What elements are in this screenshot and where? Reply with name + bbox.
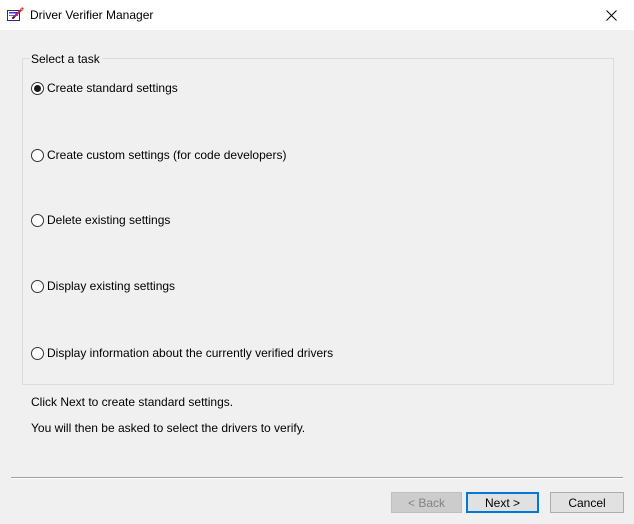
cancel-button[interactable]: Cancel [550,492,624,513]
option-label: Create custom settings (for code develop… [47,148,287,162]
next-button[interactable]: Next > [466,492,539,513]
option-label: Display information about the currently … [47,346,334,360]
radio-button[interactable] [31,279,44,293]
close-button[interactable] [588,0,634,30]
window-title: Driver Verifier Manager [30,8,154,22]
back-button[interactable]: < Back [391,492,462,513]
close-icon [605,9,617,21]
instruction-text: Click Next to create standard settings. [31,395,234,409]
task-group-legend: Select a task [30,51,102,67]
button-separator [11,477,623,479]
radio-button-checked[interactable] [31,81,44,95]
option-label: Display existing settings [47,279,176,293]
option-create-custom-settings[interactable]: Create custom settings (for code develop… [31,147,286,163]
radio-button[interactable] [31,148,44,162]
driver-verifier-app-icon [7,7,24,22]
radio-button[interactable] [31,346,44,360]
radio-button[interactable] [31,213,44,227]
option-create-standard-settings[interactable]: Create standard settings [31,80,178,96]
title-bar[interactable]: Driver Verifier Manager [0,0,634,30]
option-label: Delete existing settings [47,213,171,227]
driver-verifier-dialog: Driver Verifier Manager Select a task Cr… [0,0,634,524]
option-delete-existing-settings[interactable]: Delete existing settings [31,212,170,228]
option-label: Create standard settings [47,81,178,95]
instruction-subtext: You will then be asked to select the dri… [31,421,306,435]
option-display-verified-drivers-info[interactable]: Display information about the currently … [31,345,333,361]
option-display-existing-settings[interactable]: Display existing settings [31,278,175,294]
